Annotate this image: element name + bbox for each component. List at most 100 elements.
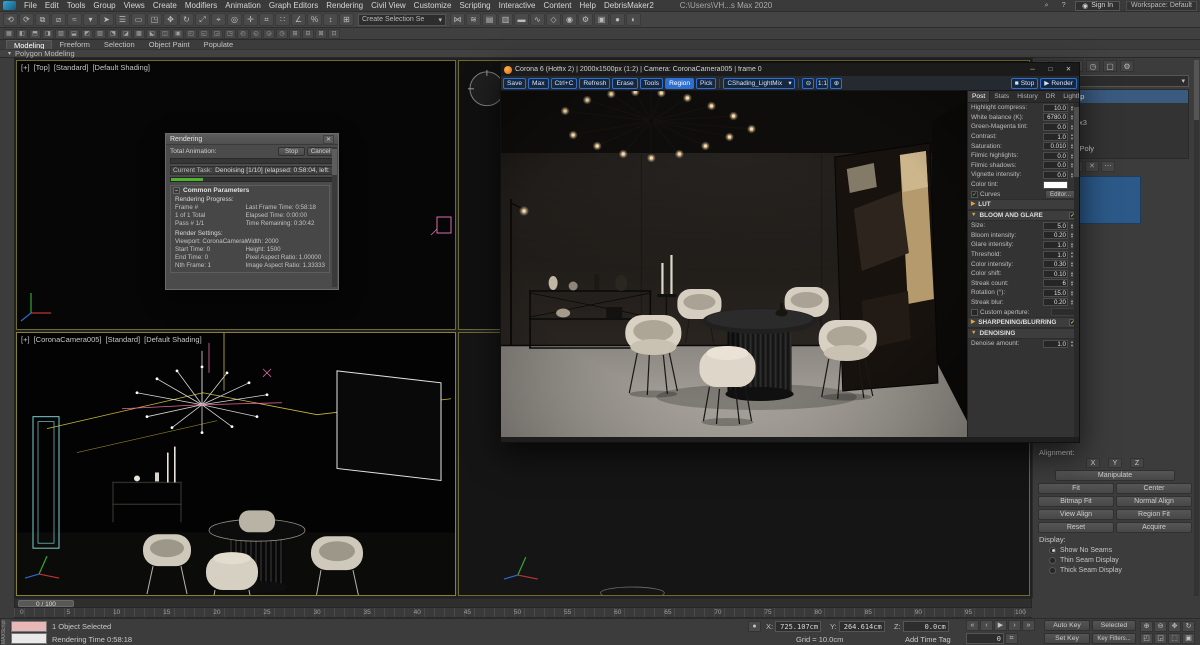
next-frame-icon[interactable]: › <box>1008 620 1021 631</box>
close-icon[interactable]: ✕ <box>323 134 334 144</box>
y-input[interactable]: 264.614cm <box>838 621 885 632</box>
erase-button[interactable]: Erase <box>612 77 638 89</box>
viewport-menu[interactable]: [Standard] <box>54 63 89 72</box>
key-mode-toggle-icon[interactable]: ⌗ <box>1005 633 1018 644</box>
vfb-panel-scrollbar[interactable] <box>1074 103 1079 437</box>
menu-item[interactable]: Views <box>120 1 149 10</box>
color-tint-swatch[interactable] <box>1043 180 1068 189</box>
menu-item[interactable]: Modifiers <box>181 1 221 10</box>
render-iterative-icon[interactable]: ◐ <box>626 13 641 26</box>
use-pivot-center-icon[interactable]: ◎ <box>227 13 242 26</box>
select-by-name-icon[interactable]: ☰ <box>115 13 130 26</box>
lut-section-header[interactable]: ▶ LUT <box>968 198 1079 210</box>
time-slider-handle[interactable]: 0 / 100 <box>18 600 74 608</box>
curve-editor-icon[interactable]: ∿ <box>530 13 545 26</box>
render-setup-icon[interactable]: ⚙ <box>578 13 593 26</box>
motion-tab-icon[interactable]: ◷ <box>1086 60 1100 72</box>
rendered-image[interactable] <box>501 91 967 438</box>
alignment-button[interactable]: Reset <box>1038 522 1114 533</box>
viewport-menu[interactable]: [+] <box>21 335 30 344</box>
help-icon[interactable]: ? <box>1058 1 1069 10</box>
search-icon[interactable]: ⌕ <box>1041 1 1052 10</box>
toolbar-icon[interactable]: ▦ <box>3 28 15 39</box>
rectangular-selection-region-icon[interactable]: ▭ <box>131 13 146 26</box>
pan-icon[interactable]: ✥ <box>1168 621 1181 632</box>
toolbar-icon[interactable]: ◰ <box>185 28 197 39</box>
orbit-icon[interactable]: ↻ <box>1182 621 1195 632</box>
window-crossing-icon[interactable]: ◳ <box>147 13 162 26</box>
value-input[interactable]: 0.10 <box>1043 269 1068 278</box>
stop-button[interactable]: Stop <box>278 147 305 156</box>
value-input[interactable]: 6780.0 <box>1043 113 1068 122</box>
curves-checkbox[interactable]: ✓ <box>971 190 978 198</box>
menu-item[interactable]: Tools <box>63 1 90 10</box>
value-input[interactable]: 1.0 <box>1043 132 1068 141</box>
scene-explorer-icon[interactable]: ▥ <box>498 13 513 26</box>
vfb-tab[interactable]: History <box>1013 91 1042 102</box>
toolbar-icon[interactable]: ◴ <box>237 28 249 39</box>
vfb-tab[interactable]: LightMix <box>1059 91 1079 102</box>
menu-item[interactable]: File <box>20 1 41 10</box>
field-of-view-icon[interactable]: ⬚ <box>1168 633 1181 644</box>
select-and-manipulate-icon[interactable]: ✛ <box>243 13 258 26</box>
custom-aperture-checkbox[interactable]: ✓ <box>971 308 978 316</box>
selection-mode-dropdown[interactable]: Selected <box>1092 620 1136 631</box>
ribbon-tab[interactable]: Freeform <box>52 40 96 49</box>
menu-item[interactable]: Create <box>149 1 181 10</box>
value-input[interactable]: 15.0 <box>1043 288 1068 297</box>
maxscript-listener-output[interactable] <box>11 633 47 644</box>
viewport-menu[interactable]: [CoronaCamera005] <box>34 335 102 344</box>
display-option-radio[interactable]: Thick Seam Display <box>1035 565 1195 575</box>
maxscript-label[interactable]: MAXScript <box>0 619 10 645</box>
snaps-toggle-icon[interactable]: ∷ <box>275 13 290 26</box>
bind-to-space-warp-icon[interactable]: ≈ <box>67 13 82 26</box>
set-key-button[interactable]: Set Key <box>1044 633 1090 644</box>
maxscript-listener-input[interactable] <box>11 621 47 632</box>
toolbar-icon[interactable]: ◨ <box>42 28 54 39</box>
go-to-start-icon[interactable]: « <box>966 620 979 631</box>
zoom-out-icon[interactable]: ⊖ <box>802 77 815 89</box>
ribbon-section[interactable]: ▾ Polygon Modeling <box>0 49 1200 58</box>
toolbar-icon[interactable]: ⬔ <box>107 28 119 39</box>
angle-snap-icon[interactable]: ∠ <box>291 13 306 26</box>
named-selection-set-combo[interactable]: Create Selection Se ▾ <box>358 13 446 26</box>
alignment-button[interactable]: Bitmap Fit <box>1038 496 1114 507</box>
command-panel-scrollbar[interactable] <box>1194 60 1199 596</box>
display-option-radio[interactable]: Thin Seam Display <box>1035 555 1195 565</box>
vfb-title-bar[interactable]: Corona 6 (Hotfix 2) | 2000x1500px (1:2) … <box>501 63 1079 76</box>
toolbar-icon[interactable]: ⊡ <box>328 28 340 39</box>
minimize-icon[interactable]: ─ <box>1025 65 1040 75</box>
zoom-all-icon[interactable]: ⊖ <box>1154 621 1167 632</box>
select-and-place-icon[interactable]: ⌖ <box>211 13 226 26</box>
material-editor-icon[interactable]: ◉ <box>562 13 577 26</box>
toolbar-icon[interactable]: ⬒ <box>29 28 41 39</box>
app-logo-icon[interactable] <box>3 1 16 10</box>
select-and-move-icon[interactable]: ✥ <box>163 13 178 26</box>
alignment-button[interactable]: Acquire <box>1116 522 1192 533</box>
named-selection-sets-icon[interactable]: ⊞ <box>339 13 354 26</box>
rendered-frame-window-icon[interactable]: ▣ <box>594 13 609 26</box>
value-input[interactable]: 0.20 <box>1043 231 1068 240</box>
value-input[interactable]: 0.0 <box>1043 122 1068 131</box>
track-bar[interactable]: 0 5 10 15 20 25 30 35 40 45 50 55 60 65 70 75 80 85 90 95 10… <box>14 608 1032 618</box>
zoom-extents-icon[interactable]: ◰ <box>1140 633 1153 644</box>
zoom-1-1-button[interactable]: 1:1 <box>816 77 829 89</box>
x-input[interactable]: 725.107cm <box>775 621 822 632</box>
menu-item[interactable]: Animation <box>221 1 265 10</box>
curves-editor-button[interactable]: Editor... <box>1045 189 1076 199</box>
add-time-tag[interactable]: Add Time Tag <box>905 635 951 644</box>
ribbon-tab[interactable]: Populate <box>197 40 241 49</box>
value-input[interactable]: 1.0 <box>1043 250 1068 259</box>
selection-filter-icon[interactable]: ▾ <box>83 13 98 26</box>
viewport-camera[interactable]: [+] [CoronaCamera005] [Standard] [Default S… <box>16 332 456 596</box>
toolbar-icon[interactable]: ⊞ <box>289 28 301 39</box>
value-input[interactable]: 0.0 <box>1043 161 1068 170</box>
axis-radio[interactable]: Z <box>1130 458 1144 468</box>
layer-explorer-icon[interactable]: ▤ <box>482 13 497 26</box>
go-to-end-icon[interactable]: » <box>1022 620 1035 631</box>
value-input[interactable]: 0.0 <box>1043 151 1068 160</box>
ribbon-tab[interactable]: Object Paint <box>142 40 197 49</box>
axis-radio[interactable]: Y <box>1108 458 1122 468</box>
toolbar-icon[interactable]: ◳ <box>224 28 236 39</box>
alignment-button[interactable]: View Align <box>1038 509 1114 520</box>
